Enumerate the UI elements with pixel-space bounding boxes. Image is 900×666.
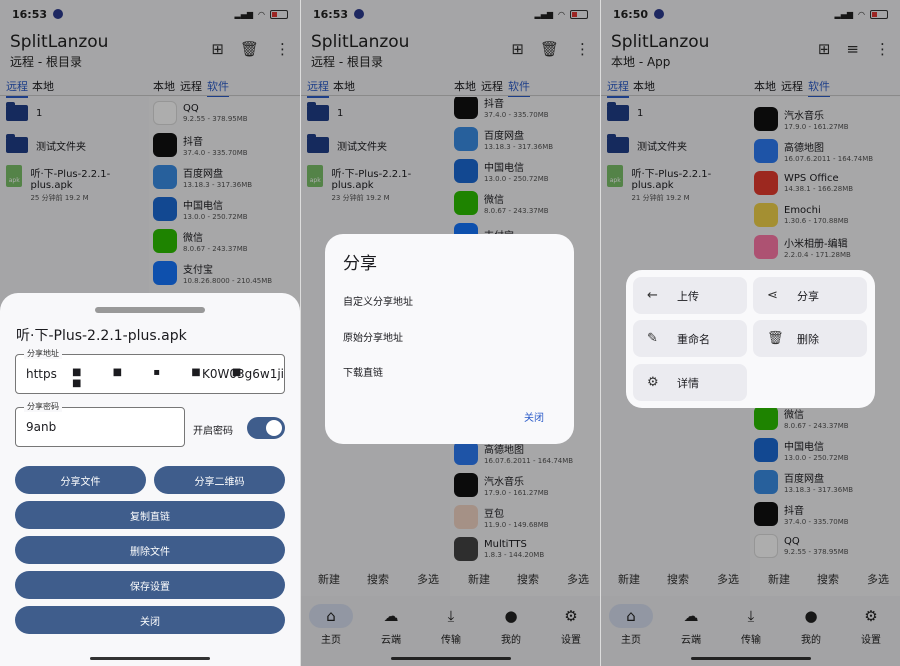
custom-share-address-option[interactable]: 自定义分享地址 [343,293,413,308]
share-password-field[interactable]: 分享密码 9anb [15,401,185,447]
share-icon: ⋖ [767,288,778,303]
copy-link-button[interactable]: 复制直链 [15,501,285,529]
drag-handle[interactable] [95,307,205,313]
dialog-title: 分享 [343,254,377,274]
share-address-field[interactable]: 分享地址 https ■ ■ ▪ ■ ■ ■ K0W03g6w1ji [15,348,285,394]
screen-share-sheet: 16:53 ▂▄▆ ◠ SplitLanzou 远程 - 根目录 ⊞ 🗑︎ ⋮ … [0,0,300,666]
enable-password-toggle[interactable] [247,417,285,439]
share-password-label: 分享密码 [24,401,62,412]
upload-menu-item[interactable]: ← 上传 [633,277,747,314]
direct-download-link-option[interactable]: 下载直链 [343,364,383,379]
gear-icon: ⚙ [647,375,659,390]
share-dialog: 分享 自定义分享地址 原始分享地址 下载直链 关闭 [325,234,574,444]
save-settings-button[interactable]: 保存设置 [15,571,285,599]
menu-label: 分享 [797,289,819,303]
sheet-filename: 听·下-Plus-2.2.1-plus.apk [16,328,187,344]
share-qr-button[interactable]: 分享二维码 [154,466,285,494]
share-address-label: 分享地址 [24,348,62,359]
trash-icon: 🗑︎ [767,331,784,346]
close-button[interactable]: 关闭 [15,606,285,634]
menu-label: 重命名 [677,332,710,346]
share-address-prefix: https [26,367,57,381]
menu-label: 详情 [677,376,699,390]
file-context-menu: ← 上传 ⋖ 分享 ✎ 重命名 🗑︎ 删除 ⚙ 详情 [626,270,875,408]
menu-label: 上传 [677,289,699,303]
dialog-close-button[interactable]: 关闭 [524,409,544,424]
share-menu-item[interactable]: ⋖ 分享 [753,277,867,314]
arrow-left-icon: ← [647,288,658,303]
delete-file-button[interactable]: 删除文件 [15,536,285,564]
share-file-button[interactable]: 分享文件 [15,466,146,494]
pencil-icon: ✎ [647,331,658,346]
rename-menu-item[interactable]: ✎ 重命名 [633,320,747,357]
delete-menu-item[interactable]: 🗑︎ 删除 [753,320,867,357]
original-share-address-option[interactable]: 原始分享地址 [343,329,403,344]
menu-label: 删除 [797,332,819,346]
share-password-value: 9anb [26,420,57,434]
details-menu-item[interactable]: ⚙ 详情 [633,364,747,401]
share-bottom-sheet: 听·下-Plus-2.2.1-plus.apk 分享地址 https ■ ■ ▪… [0,293,300,666]
share-address-suffix: K0W03g6w1ji [202,367,285,381]
home-indicator [90,657,210,660]
enable-password-label: 开启密码 [193,426,233,437]
